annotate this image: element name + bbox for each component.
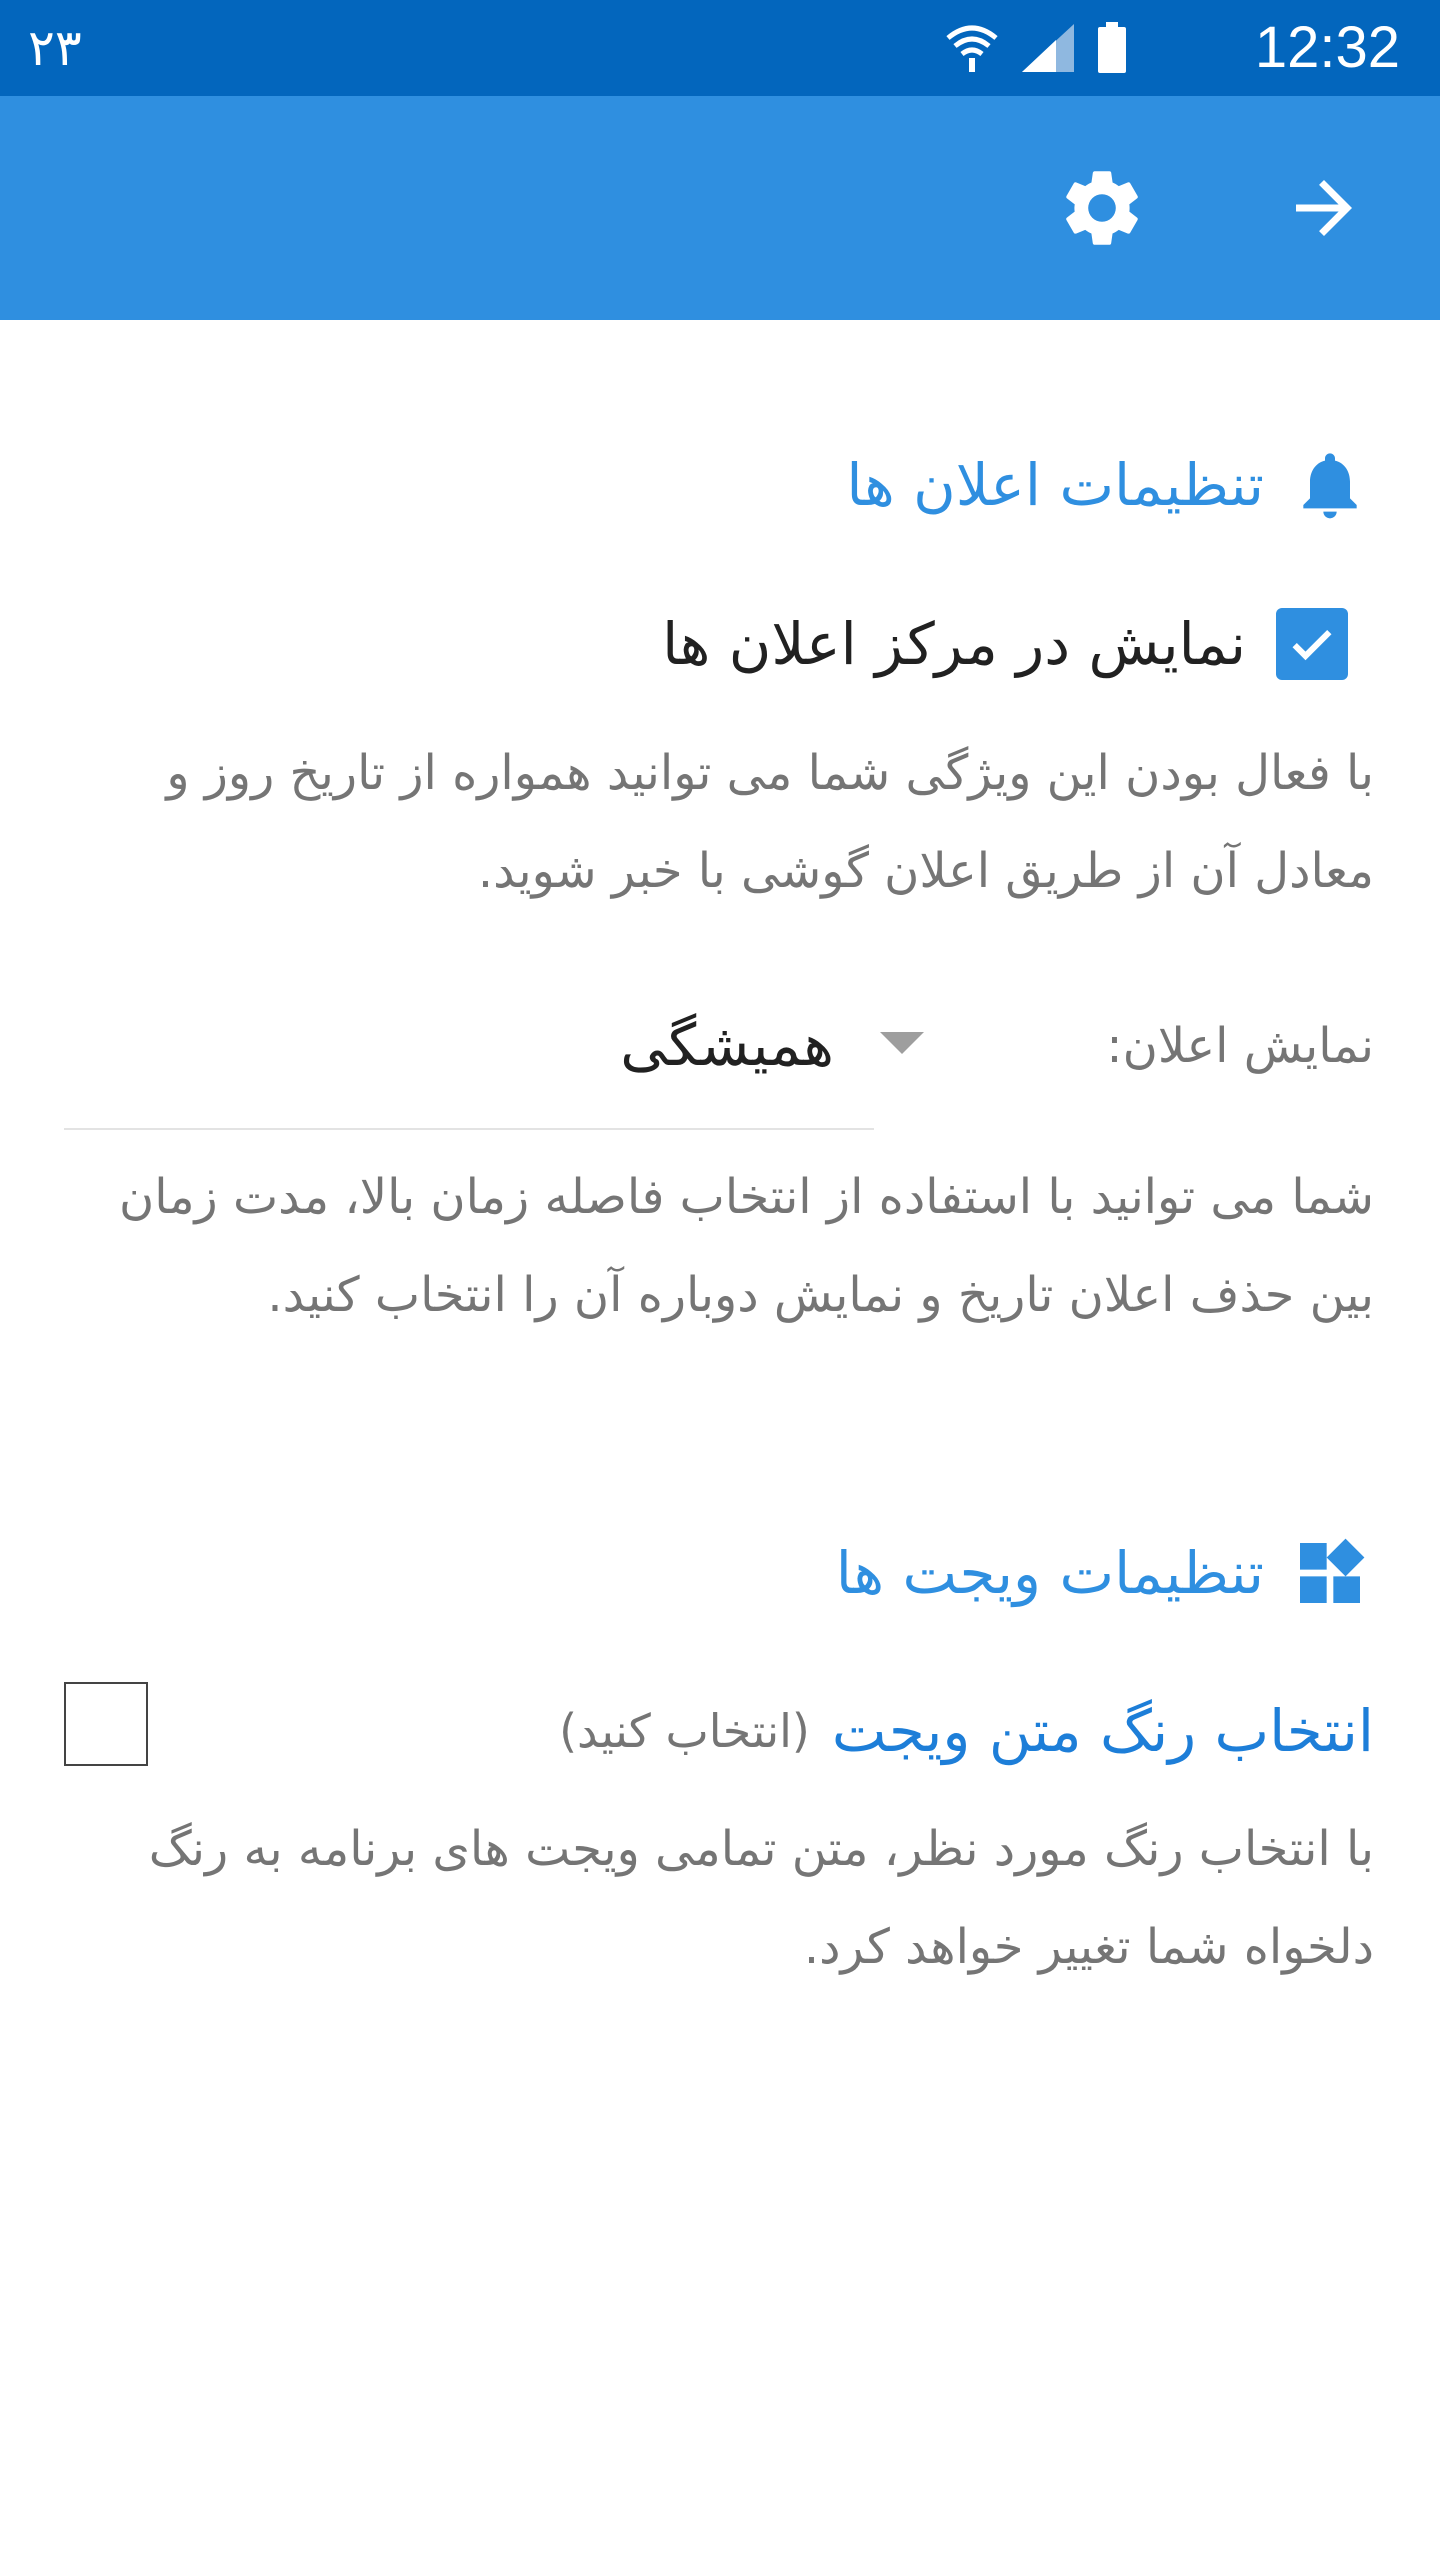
notification-count: ۲۳ [28,19,82,77]
clock: 12:32 [1254,15,1400,80]
app-bar [0,96,1440,320]
notification-display-description: شما می توانید با استفاده از انتخاب فاصله… [118,1169,1374,1323]
show-in-center-description: با فعال بودن این ویژگی شما می توانید همو… [166,745,1374,899]
widget-text-color-title: انتخاب رنگ متن ویجت [831,1697,1374,1765]
screen: ۲۳ 12:32 تنظیمات اعلان ها نمایش در مرکز … [0,0,1440,2560]
wifi-icon [946,25,998,72]
show-in-center-checkbox[interactable] [1276,608,1348,680]
gear-icon[interactable] [1056,162,1148,254]
signal-icon [1022,24,1074,72]
status-bar: ۲۳ 12:32 [0,0,1440,96]
notification-section-title: تنظیمات اعلان ها [846,451,1264,519]
show-in-center-row[interactable]: نمایش در مرکز اعلان ها [662,596,1348,692]
check-icon [1292,629,1332,661]
notification-display-label: نمایش اعلان: [1106,1018,1374,1074]
dropdown-arrow-icon[interactable] [880,1032,924,1054]
widget-section-header: تنظیمات ویجت ها [836,1518,1370,1628]
widgets-icon [1300,1538,1365,1603]
widget-text-color-hint: (انتخاب کنید) [559,1704,810,1758]
widget-text-color-row[interactable]: انتخاب رنگ متن ویجت (انتخاب کنید) [559,1676,1374,1786]
status-icons [944,22,1128,74]
notification-section-header: تنظیمات اعلان ها [846,430,1370,540]
notification-display-dropdown[interactable]: همیشگی [64,990,874,1130]
widget-text-color-description: با انتخاب رنگ مورد نظر، متن تمامی ویجت ه… [148,1821,1374,1975]
bell-icon [1303,453,1357,519]
widget-text-color-swatch[interactable] [64,1682,148,1766]
show-in-center-label: نمایش در مرکز اعلان ها [662,610,1246,678]
widget-section-title: تنظیمات ویجت ها [835,1539,1264,1607]
arrow-right-icon[interactable] [1282,166,1366,250]
battery-icon [1098,22,1126,73]
notification-display-value: همیشگی [620,1011,834,1079]
